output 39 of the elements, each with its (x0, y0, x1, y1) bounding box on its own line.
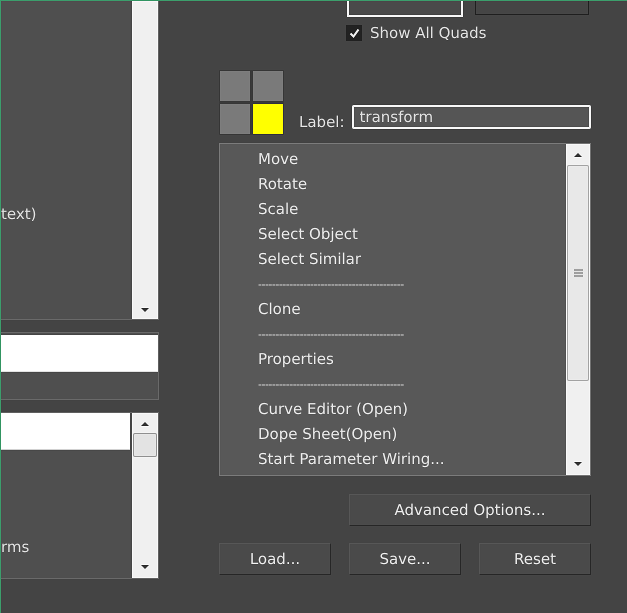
menu-item[interactable]: Scale (258, 197, 566, 222)
down-arrow-icon[interactable] (140, 307, 150, 313)
scrollbar[interactable] (566, 144, 590, 475)
menu-item[interactable]: Dope Sheet(Open) (258, 422, 566, 447)
menu-separator: ------------------------------------------ (258, 327, 405, 343)
action-button[interactable]: Reset (479, 543, 591, 575)
label-input[interactable]: transform (352, 105, 591, 129)
action-button[interactable]: Save... (349, 543, 461, 575)
down-arrow-icon[interactable] (573, 461, 583, 467)
menu-item[interactable]: Select Object (258, 222, 566, 247)
shortcut-field[interactable] (347, 1, 463, 17)
menu-item[interactable]: Start Parameter Wiring... (258, 447, 566, 472)
checkbox-label: Show All Quads (370, 24, 486, 42)
list-item-text: rms (1, 538, 30, 556)
scroll-thumb[interactable] (133, 433, 157, 457)
up-arrow-icon[interactable] (140, 421, 150, 427)
menu-separator: ------------------------------------------ (258, 377, 405, 393)
selected-row[interactable] (1, 413, 130, 450)
menu-item[interactable]: Rotate (258, 172, 566, 197)
scrollbar[interactable] (132, 413, 158, 578)
selected-row[interactable] (1, 335, 158, 372)
menu-item[interactable]: Move (258, 147, 566, 172)
list-item-text: text) (1, 205, 36, 225)
menu-item[interactable]: Clone (258, 297, 566, 322)
scrollbar[interactable] (132, 1, 158, 319)
menu-item[interactable]: Properties (258, 347, 566, 372)
assign-button[interactable] (475, 1, 589, 15)
menu-separator: ------------------------------------------ (258, 277, 405, 293)
field-label: Label: (299, 113, 345, 131)
checkbox[interactable] (346, 25, 362, 41)
grip-icon (574, 269, 582, 277)
advanced-options-button[interactable]: Advanced Options... (349, 494, 591, 526)
action-button[interactable]: Load... (219, 543, 331, 575)
down-arrow-icon[interactable] (140, 564, 150, 570)
menu-item[interactable]: Curve Editor (Open) (258, 397, 566, 422)
checkmark-icon (348, 28, 360, 38)
up-arrow-icon[interactable] (573, 152, 583, 158)
scroll-thumb[interactable] (567, 165, 589, 381)
menu-item[interactable]: Select Similar (258, 247, 566, 272)
